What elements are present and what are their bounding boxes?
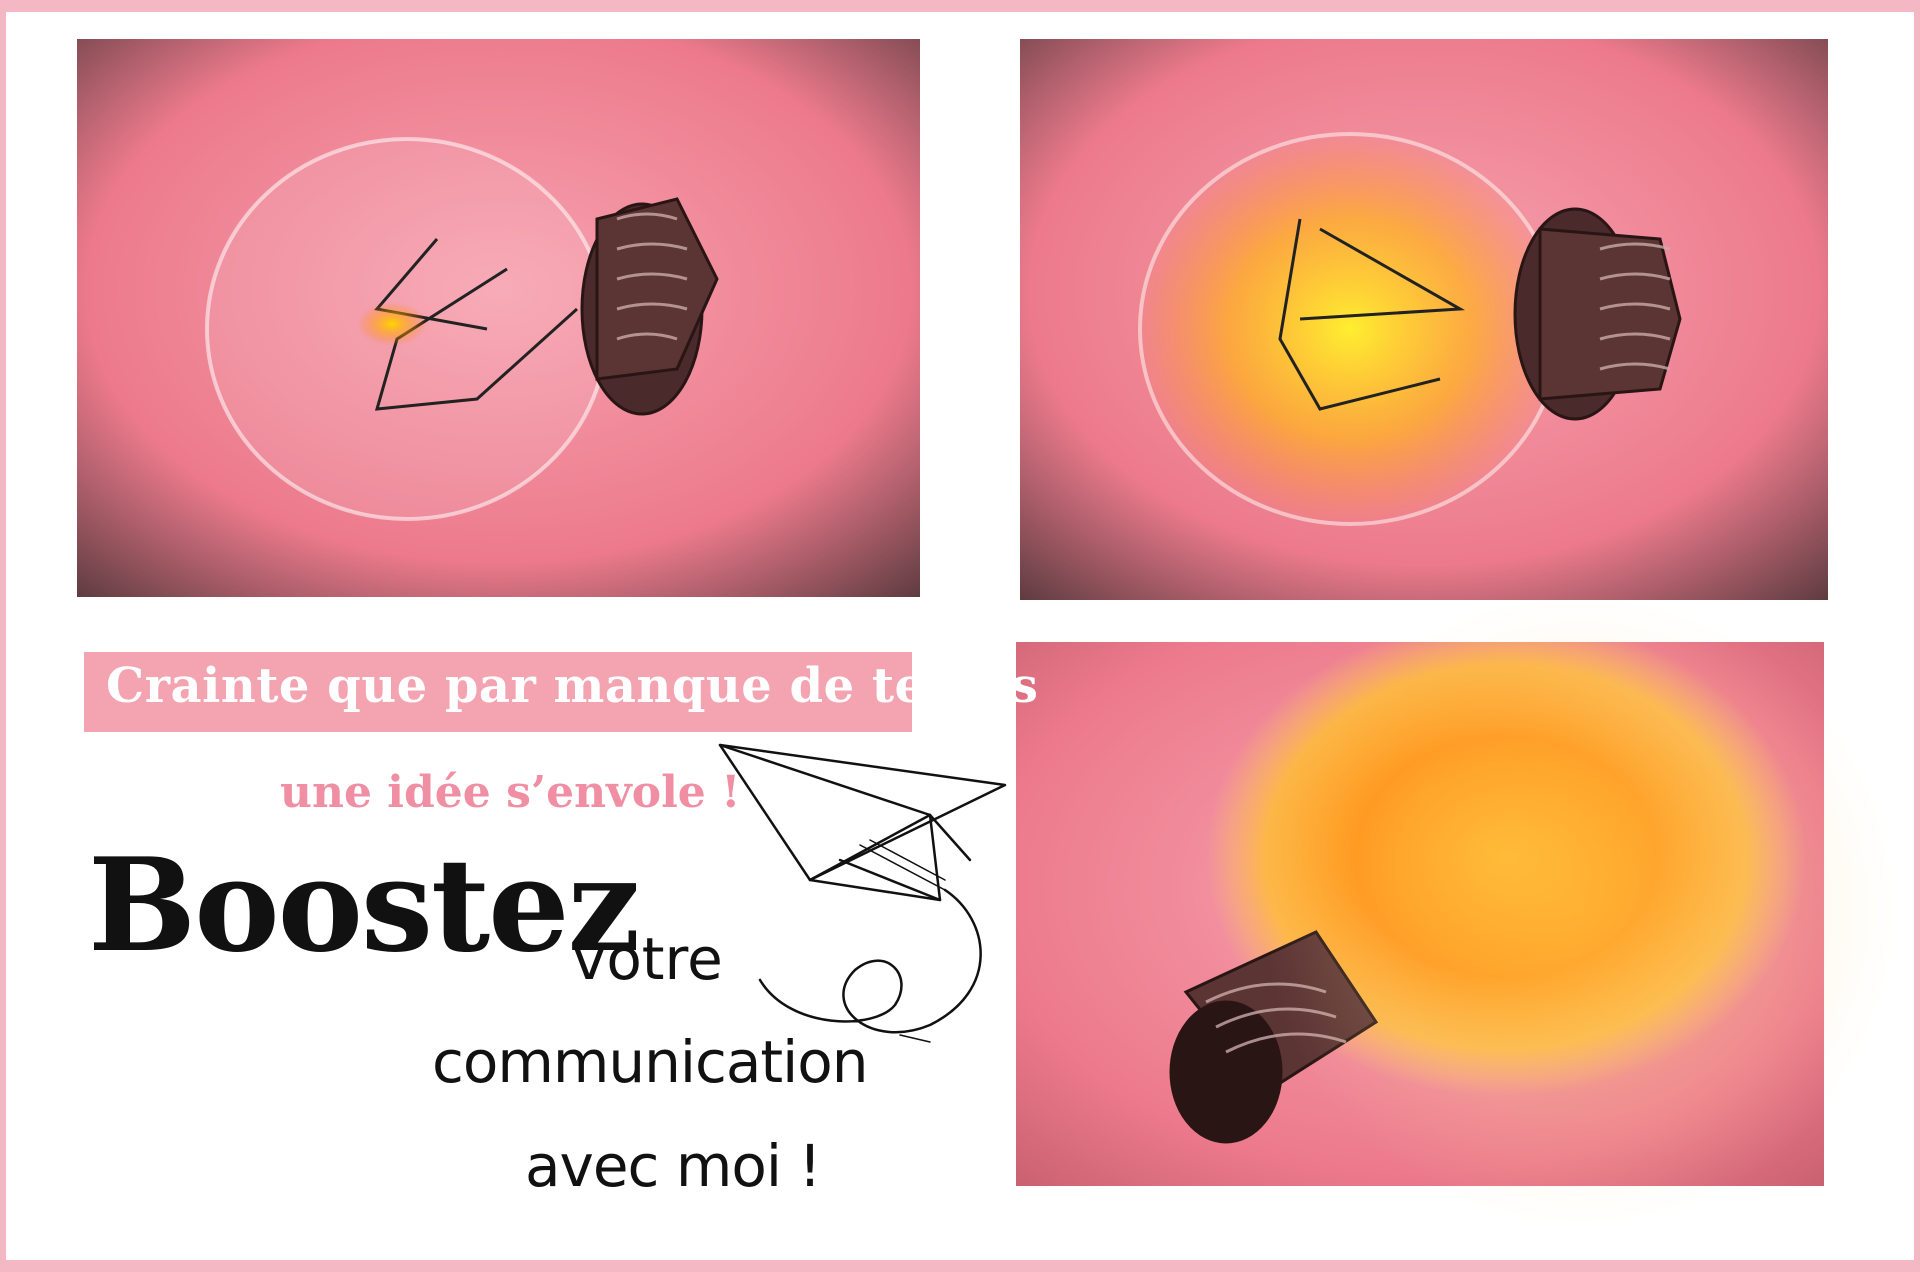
banner-text: Crainte que par manque de temps xyxy=(106,658,1039,714)
light-bulb-icon xyxy=(1020,39,1828,600)
paper-plane-icon xyxy=(718,743,1007,1043)
line-avec-moi: avec moi ! xyxy=(525,1132,822,1200)
bulb-photo-warm xyxy=(1020,39,1828,600)
subline-text: une idée s’envole ! xyxy=(280,767,741,818)
bulb-photo-off xyxy=(77,39,920,597)
light-bulb-icon xyxy=(77,39,920,597)
headline-boostez: Boostez xyxy=(88,831,640,981)
bulb-photo-bright xyxy=(1016,642,1824,1186)
light-bulb-icon xyxy=(1016,642,1824,1186)
